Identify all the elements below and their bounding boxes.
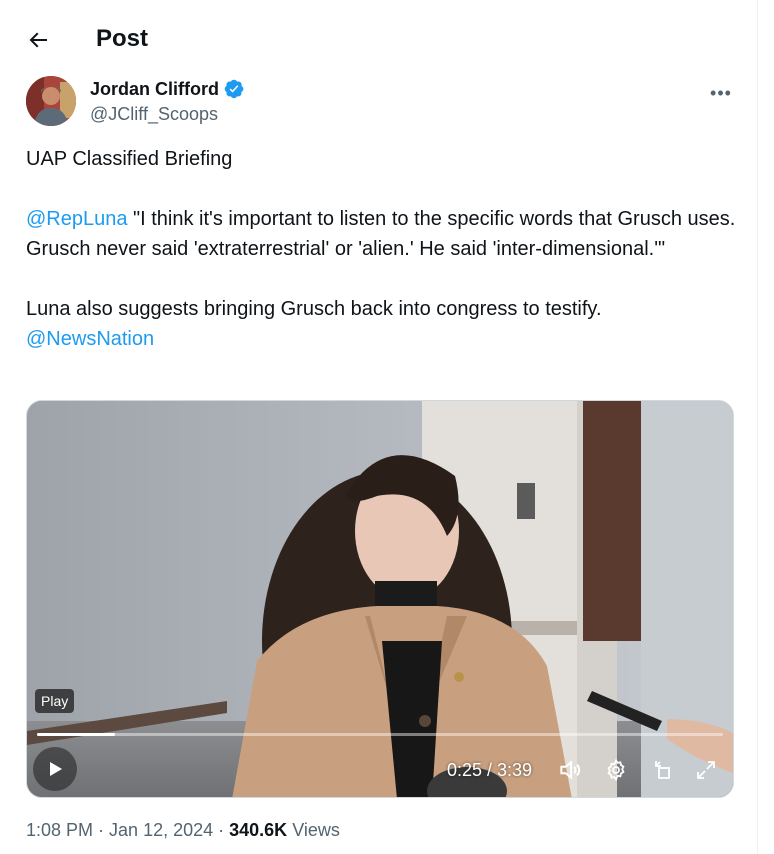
post-metadata: 1:08 PM · Jan 12, 2024 · 340.6K Views	[26, 819, 340, 841]
more-horizontal-icon: •••	[710, 82, 732, 103]
author-name-row: Jordan Clifford	[90, 78, 245, 100]
tweet-quote-paragraph: @RepLuna "I think it's important to list…	[26, 204, 738, 264]
settings-button[interactable]	[601, 755, 631, 785]
page-title: Post	[96, 25, 149, 52]
play-icon	[50, 762, 62, 776]
video-frame	[27, 401, 733, 797]
video-progress-fill	[37, 733, 116, 736]
settings-gear-icon	[607, 758, 625, 782]
avatar[interactable]	[26, 76, 76, 126]
tweet-quote: "I think it's important to listen to the…	[26, 208, 736, 260]
more-options-button[interactable]: •••	[704, 76, 738, 110]
rotate-icon	[655, 761, 670, 779]
author-name[interactable]: Jordan Clifford	[90, 78, 219, 100]
separator: ·	[93, 820, 110, 840]
volume-icon	[560, 760, 581, 780]
tweet-text: UAP Classified Briefing @RepLuna "I thin…	[26, 144, 738, 354]
post-date[interactable]: Jan 12, 2024	[109, 820, 213, 840]
tweet-line-suggestion: Luna also suggests bringing Grusch back …	[26, 298, 602, 320]
volume-button[interactable]	[555, 755, 585, 785]
separator: ·	[213, 820, 230, 840]
author-block: Jordan Clifford @JCliff_Scoops •••	[26, 74, 738, 130]
rotate-button[interactable]	[647, 755, 677, 785]
views-label: Views	[287, 820, 340, 840]
play-button[interactable]	[33, 747, 77, 791]
header: Post	[0, 0, 758, 76]
tweet-line-title: UAP Classified Briefing	[26, 148, 233, 170]
post-page: Post Jordan Clifford @JCliff_Scoops •••	[0, 0, 758, 854]
mention-link[interactable]: @RepLuna	[26, 208, 127, 230]
mention-link[interactable]: @NewsNation	[26, 328, 154, 350]
video-progress-bar[interactable]	[37, 733, 723, 736]
video-time: 0:25 / 3:39	[447, 760, 533, 780]
video-player[interactable]: Play 0:25 / 3:39	[26, 400, 734, 798]
back-button[interactable]	[18, 20, 58, 60]
views-count: 340.6K	[229, 820, 288, 840]
fullscreen-button[interactable]	[691, 755, 721, 785]
author-handle[interactable]: @JCliff_Scoops	[90, 103, 218, 125]
play-tooltip: Play	[35, 689, 75, 713]
fullscreen-icon	[697, 761, 715, 779]
post-time[interactable]: 1:08 PM	[26, 820, 93, 840]
arrow-left-icon	[29, 32, 47, 48]
verified-badge-icon	[224, 79, 244, 99]
